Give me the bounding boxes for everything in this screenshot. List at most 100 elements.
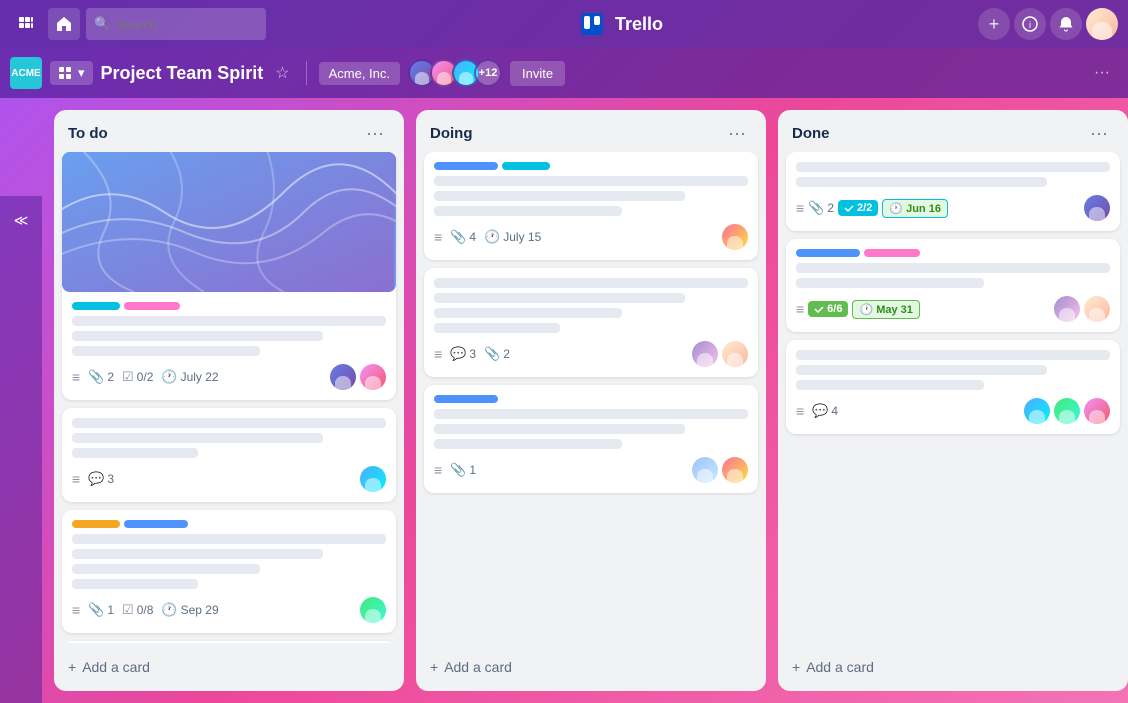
text-line — [434, 439, 622, 449]
view-chevron: ▾ — [78, 65, 85, 81]
notifications-button[interactable] — [1050, 8, 1082, 40]
add-card-todo-button[interactable]: + Add a card — [62, 651, 396, 683]
list-todo: To do ··· — [54, 110, 404, 691]
list-todo-cards: ≡ 📎 2 ☑ 0/2 🕐 July 22 — [54, 152, 404, 643]
text-line — [796, 365, 1047, 375]
card-9-text — [796, 263, 1110, 288]
sidebar-toggle[interactable]: ≪ — [0, 196, 42, 703]
add-button[interactable]: + — [978, 8, 1010, 40]
list-todo-footer: + Add a card — [54, 643, 404, 691]
add-card-done-button[interactable]: + Add a card — [786, 651, 1120, 683]
card-7[interactable]: ≡ 📎 1 — [424, 385, 758, 493]
list-doing-menu[interactable]: ··· — [722, 122, 752, 144]
label-pink — [864, 249, 920, 257]
card-5[interactable]: ≡ 📎 4 🕐 July 15 — [424, 152, 758, 260]
list-done-menu[interactable]: ··· — [1084, 122, 1114, 144]
list-doing: Doing ··· ≡ 📎 4 🕐 July 15 — [416, 110, 766, 691]
more-options-button[interactable]: ··· — [1086, 60, 1118, 86]
svg-text:i: i — [1029, 20, 1031, 30]
home-icon[interactable] — [48, 8, 80, 40]
card-1[interactable]: ≡ 📎 2 ☑ 0/2 🕐 July 22 — [62, 152, 396, 400]
add-card-doing-button[interactable]: + Add a card — [424, 651, 758, 683]
card-1-cover — [62, 152, 396, 292]
description-icon: ≡ — [72, 471, 80, 487]
text-line — [72, 316, 386, 326]
card-avatar — [692, 341, 718, 367]
text-line — [434, 176, 748, 186]
label-blue — [124, 520, 188, 528]
text-line — [72, 433, 323, 443]
text-line — [796, 350, 1110, 360]
list-todo-menu[interactable]: ··· — [360, 122, 390, 144]
card-7-avatars — [692, 457, 748, 483]
user-avatar[interactable] — [1086, 8, 1118, 40]
search-input[interactable] — [86, 8, 266, 40]
trello-title: Trello — [615, 14, 663, 35]
star-button[interactable]: ☆ — [271, 59, 293, 87]
description-icon: ≡ — [434, 229, 442, 245]
text-line — [434, 191, 685, 201]
workspace-logo: ACME — [10, 57, 42, 89]
list-done-footer: + Add a card — [778, 643, 1128, 691]
text-line — [796, 162, 1110, 172]
card-avatar — [330, 364, 356, 390]
card-6-meta: ≡ 💬 3 📎 2 — [434, 341, 748, 367]
text-line — [434, 293, 685, 303]
card-2-meta: ≡ 💬 3 — [72, 466, 386, 492]
invite-button[interactable]: Invite — [510, 61, 565, 86]
card-3-avatars — [360, 597, 386, 623]
grid-menu-icon[interactable] — [10, 8, 42, 40]
comments-icon: 💬 4 — [812, 403, 838, 419]
list-done-cards: ≡ 📎 2 2/2 🕐 Jun 16 — [778, 152, 1128, 643]
card-3-labels — [72, 520, 386, 528]
label-blue — [796, 249, 860, 257]
list-done-title: Done — [792, 125, 830, 142]
workspace-label[interactable]: Acme, Inc. — [319, 62, 400, 85]
text-line — [72, 331, 323, 341]
board-title: Project Team Spirit — [101, 63, 264, 84]
card-9[interactable]: ≡ 6/6 🕐 May 31 — [786, 239, 1120, 332]
card-2[interactable]: ≡ 💬 3 — [62, 408, 396, 502]
card-3[interactable]: ≡ 📎 1 ☑ 0/8 🕐 Sep 29 — [62, 510, 396, 633]
card-1-labels — [72, 302, 386, 310]
card-avatar — [360, 466, 386, 492]
card-8[interactable]: ≡ 📎 2 2/2 🕐 Jun 16 — [786, 152, 1120, 231]
avatar-count[interactable]: +12 — [474, 59, 502, 87]
description-icon: ≡ — [434, 462, 442, 478]
card-10-meta: ≡ 💬 4 — [796, 398, 1110, 424]
plus-icon: + — [68, 659, 76, 675]
card-avatar — [360, 597, 386, 623]
label-pink — [124, 302, 180, 310]
view-toggle[interactable]: ▾ — [50, 61, 93, 85]
checklist-badge: 2/2 — [838, 200, 878, 216]
list-doing-title: Doing — [430, 125, 473, 142]
label-teal — [72, 302, 120, 310]
text-line — [72, 418, 386, 428]
plus-icon: + — [792, 659, 800, 675]
text-line — [72, 346, 260, 356]
card-avatar — [1084, 296, 1110, 322]
card-8-meta: ≡ 📎 2 2/2 🕐 Jun 16 — [796, 195, 1110, 221]
card-5-text — [434, 176, 748, 216]
list-done-header: Done ··· — [778, 110, 1128, 152]
attachment-icon: 📎 2 — [808, 200, 834, 216]
text-line — [796, 278, 984, 288]
label-yellow — [72, 520, 120, 528]
text-line — [796, 380, 984, 390]
card-2-avatars — [360, 466, 386, 492]
card-3-text — [72, 534, 386, 589]
description-icon: ≡ — [796, 200, 804, 216]
description-icon: ≡ — [796, 301, 804, 317]
description-icon: ≡ — [796, 403, 804, 419]
comments-icon: 💬 3 — [450, 346, 476, 362]
list-todo-title: To do — [68, 125, 108, 142]
card-avatar — [360, 364, 386, 390]
top-nav: 🔍 Trello + i — [0, 0, 1128, 48]
checklist-icon: ☑ 0/8 — [122, 602, 153, 618]
card-10-text — [796, 350, 1110, 390]
info-button[interactable]: i — [1014, 8, 1046, 40]
card-6[interactable]: ≡ 💬 3 📎 2 — [424, 268, 758, 377]
card-10[interactable]: ≡ 💬 4 — [786, 340, 1120, 434]
attachment-icon: 📎 2 — [484, 346, 510, 362]
card-1-avatars — [330, 364, 386, 390]
